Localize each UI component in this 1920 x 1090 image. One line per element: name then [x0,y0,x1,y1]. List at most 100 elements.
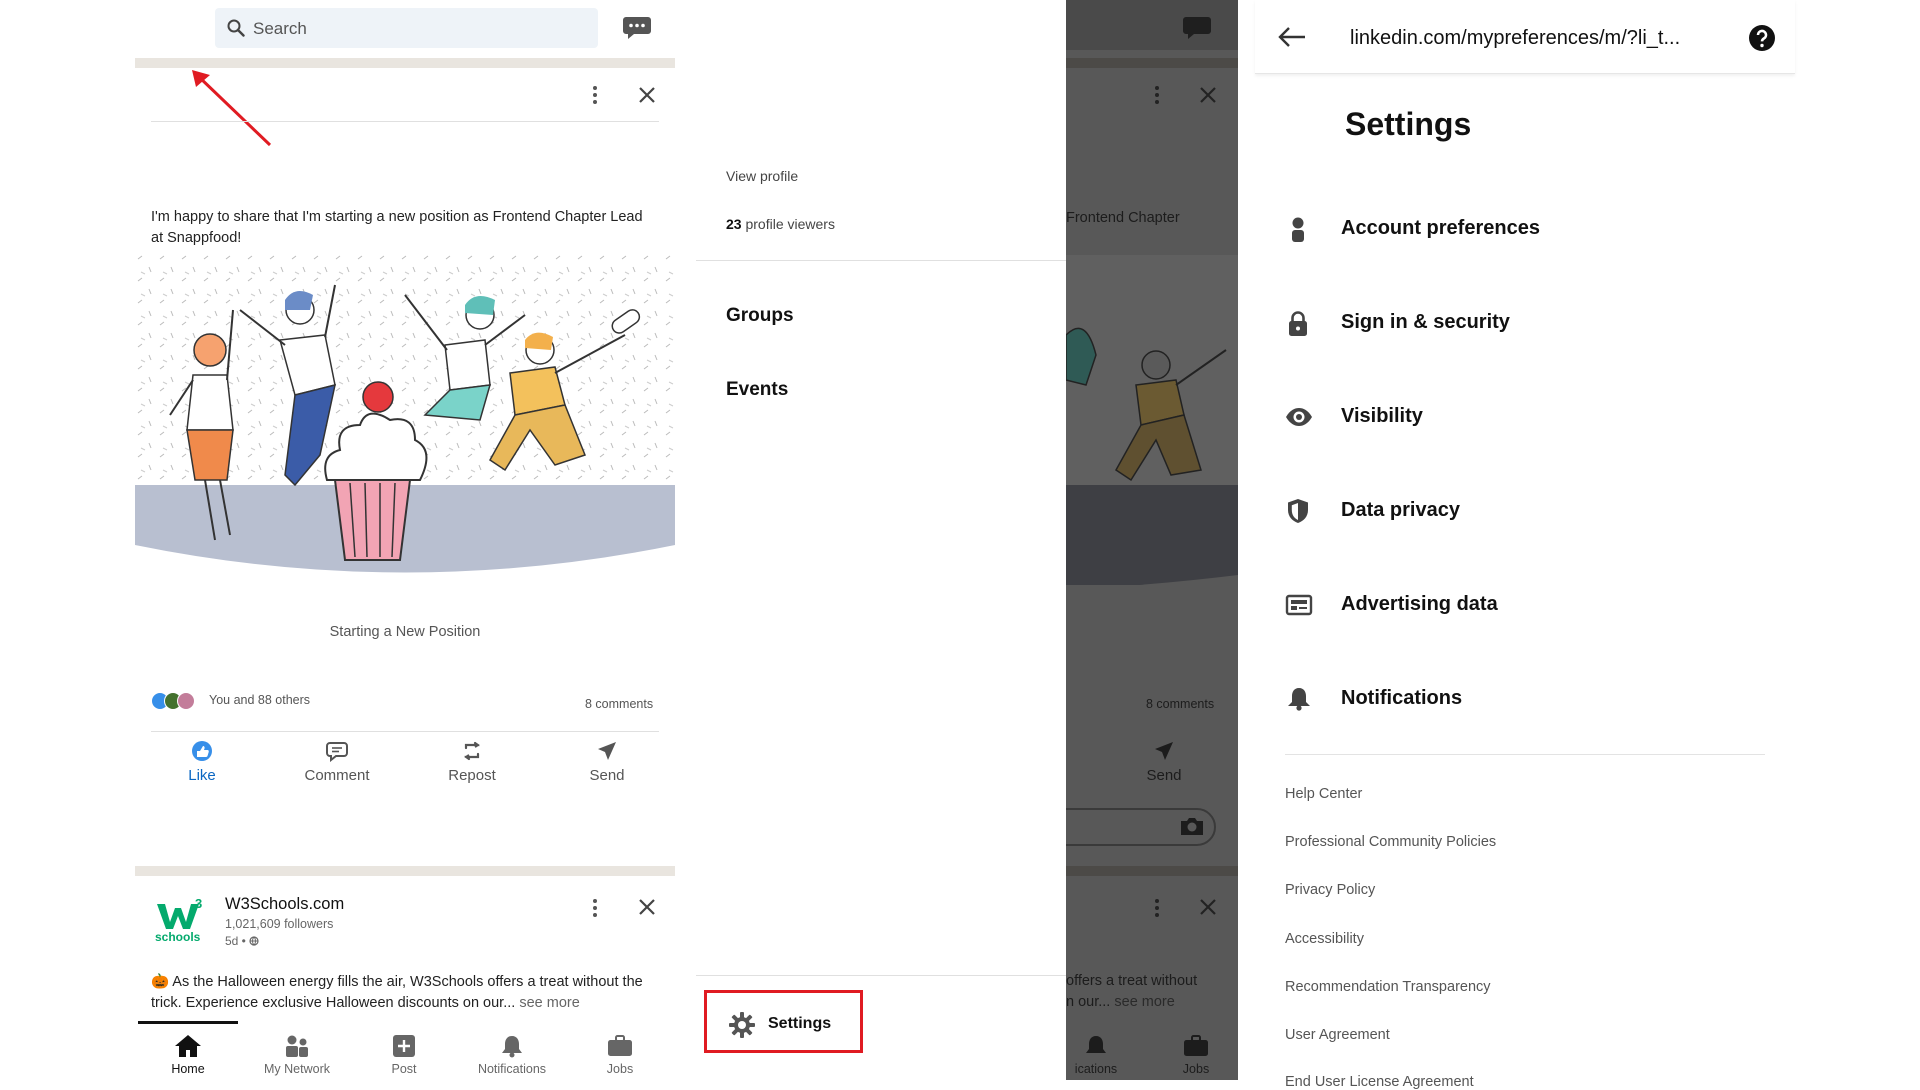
settings-item-advertising-data[interactable]: Advertising data [1255,584,1795,624]
dimmed-nav-notifications: ications [1066,1034,1126,1076]
profile-viewers-count: 23 [726,216,742,232]
more-options-icon [1153,898,1161,918]
settings-item-data-privacy[interactable]: Data privacy [1255,490,1795,530]
dimmed-send: Send [1139,740,1189,784]
settings-item-visibility[interactable]: Visibility [1255,396,1795,436]
shield-icon [1285,498,1311,524]
send-icon [598,742,616,760]
nav-my-network[interactable]: My Network [252,1034,342,1076]
more-options-icon[interactable] [591,85,599,105]
dimmed-illustration [1066,255,1238,585]
repost-button[interactable]: Repost [417,740,527,784]
send-button[interactable]: Send [552,740,662,784]
close-icon[interactable] [638,898,656,916]
briefcase-icon [608,1035,632,1056]
settings-panel: linkedin.com/mypreferences/m/?li_t... Se… [1255,0,1795,1090]
nav-home-label: Home [171,1062,205,1076]
like-button[interactable]: Like [147,740,257,784]
reaction-count[interactable]: You and 88 others [209,693,310,707]
dimmed-comment-count: 8 comments [1146,697,1215,711]
eye-icon [1285,404,1312,430]
comment-button[interactable]: Comment [282,740,392,784]
more-options-icon [1153,85,1161,105]
menu-events[interactable]: Events [726,379,788,401]
dimmed-see-more: see more [1114,994,1175,1010]
settings-item-notifications[interactable]: Notifications [1255,678,1795,718]
search-placeholder: Search [253,19,307,38]
send-label: Send [589,767,625,784]
nav-jobs[interactable]: Jobs [575,1034,665,1076]
browser-url-bar: linkedin.com/mypreferences/m/?li_t... [1255,0,1795,74]
settings-item-label: Notifications [1341,687,1463,709]
annotation-arrow-icon [192,70,272,147]
dimmed-jobs-label: Jobs [1182,1062,1210,1076]
globe-icon [249,936,259,946]
profile-viewers[interactable]: 23 profile viewers [726,216,835,232]
settings-item-label: Visibility [1341,405,1423,427]
divider [151,121,659,122]
camera-icon [1179,816,1205,836]
repost-label: Repost [448,767,496,784]
close-icon[interactable] [638,86,656,104]
nav-jobs-label: Jobs [606,1062,634,1076]
dimmed-w3-fragment: n our... [1066,994,1111,1010]
network-icon [286,1035,308,1057]
divider [151,731,659,732]
link-community-policies[interactable]: Professional Community Policies [1285,834,1496,850]
w3schools-logo[interactable]: 3 schools [155,896,207,944]
settings-item-label: Account preferences [1341,217,1540,239]
search-input[interactable]: Search [215,8,598,48]
dimmed-post-text: Frontend Chapter [1066,210,1180,226]
link-help-center[interactable]: Help Center [1285,786,1362,802]
gear-icon [729,1012,755,1038]
more-options-icon[interactable] [591,898,599,918]
messaging-icon [1182,15,1212,41]
dimmed-notifications-label: ications [1074,1062,1118,1076]
post-icon [393,1035,415,1057]
comment-count[interactable]: 8 comments [585,697,653,711]
send-icon [1155,742,1173,760]
repost-icon [464,741,480,761]
nav-network-label: My Network [264,1062,330,1076]
company-name[interactable]: W3Schools.com [225,895,344,914]
settings-item-label: Data privacy [1341,499,1460,521]
profile-viewers-label: profile viewers [745,216,835,232]
dimmed-search-bar [1066,0,1238,50]
dimmed-feed-overlay[interactable]: Frontend Chapter 8 comments Send offers … [1066,0,1238,1080]
view-profile-link[interactable]: View profile [726,168,798,184]
link-eula[interactable]: End User License Agreement [1285,1074,1474,1090]
link-recommendation-transparency[interactable]: Recommendation Transparency [1285,979,1491,995]
nav-post[interactable]: Post [359,1034,449,1076]
dimmed-w3-text-1: offers a treat without [1066,973,1198,989]
follower-count: 1,021,609 followers [225,917,334,931]
nav-home[interactable]: Home [143,1034,233,1076]
settings-button-highlighted[interactable]: Settings [704,990,863,1053]
bell-icon [1285,686,1311,712]
divider [1285,754,1765,755]
menu-groups[interactable]: Groups [726,305,794,327]
nav-notifications[interactable]: Notifications [467,1034,557,1076]
feed-separator [135,58,675,68]
back-arrow-icon[interactable] [1277,26,1307,48]
post-time: 5d • [225,934,259,948]
top-bar: Search [135,0,675,60]
bell-icon [502,1036,522,1058]
link-user-agreement[interactable]: User Agreement [1285,1027,1390,1043]
url-text[interactable]: linkedin.com/mypreferences/m/?li_t... [1350,27,1680,50]
person-icon [1285,216,1311,242]
see-more-link[interactable]: see more [519,995,579,1011]
help-icon[interactable] [1748,24,1776,52]
like-label: Like [188,767,216,784]
feed-separator [135,866,675,876]
page-title: Settings [1345,106,1472,142]
close-icon [1199,898,1217,916]
lock-icon [1285,310,1311,336]
dimmed-w3-text-2: n our... see more [1066,994,1175,1010]
messaging-icon[interactable] [622,15,652,41]
link-accessibility[interactable]: Accessibility [1285,931,1364,947]
settings-item-sign-in-security[interactable]: Sign in & security [1255,302,1795,342]
post-illustration[interactable] [135,255,675,585]
settings-item-account-preferences[interactable]: Account preferences [1255,208,1795,248]
link-privacy-policy[interactable]: Privacy Policy [1285,882,1375,898]
reaction-icons[interactable] [151,692,195,710]
